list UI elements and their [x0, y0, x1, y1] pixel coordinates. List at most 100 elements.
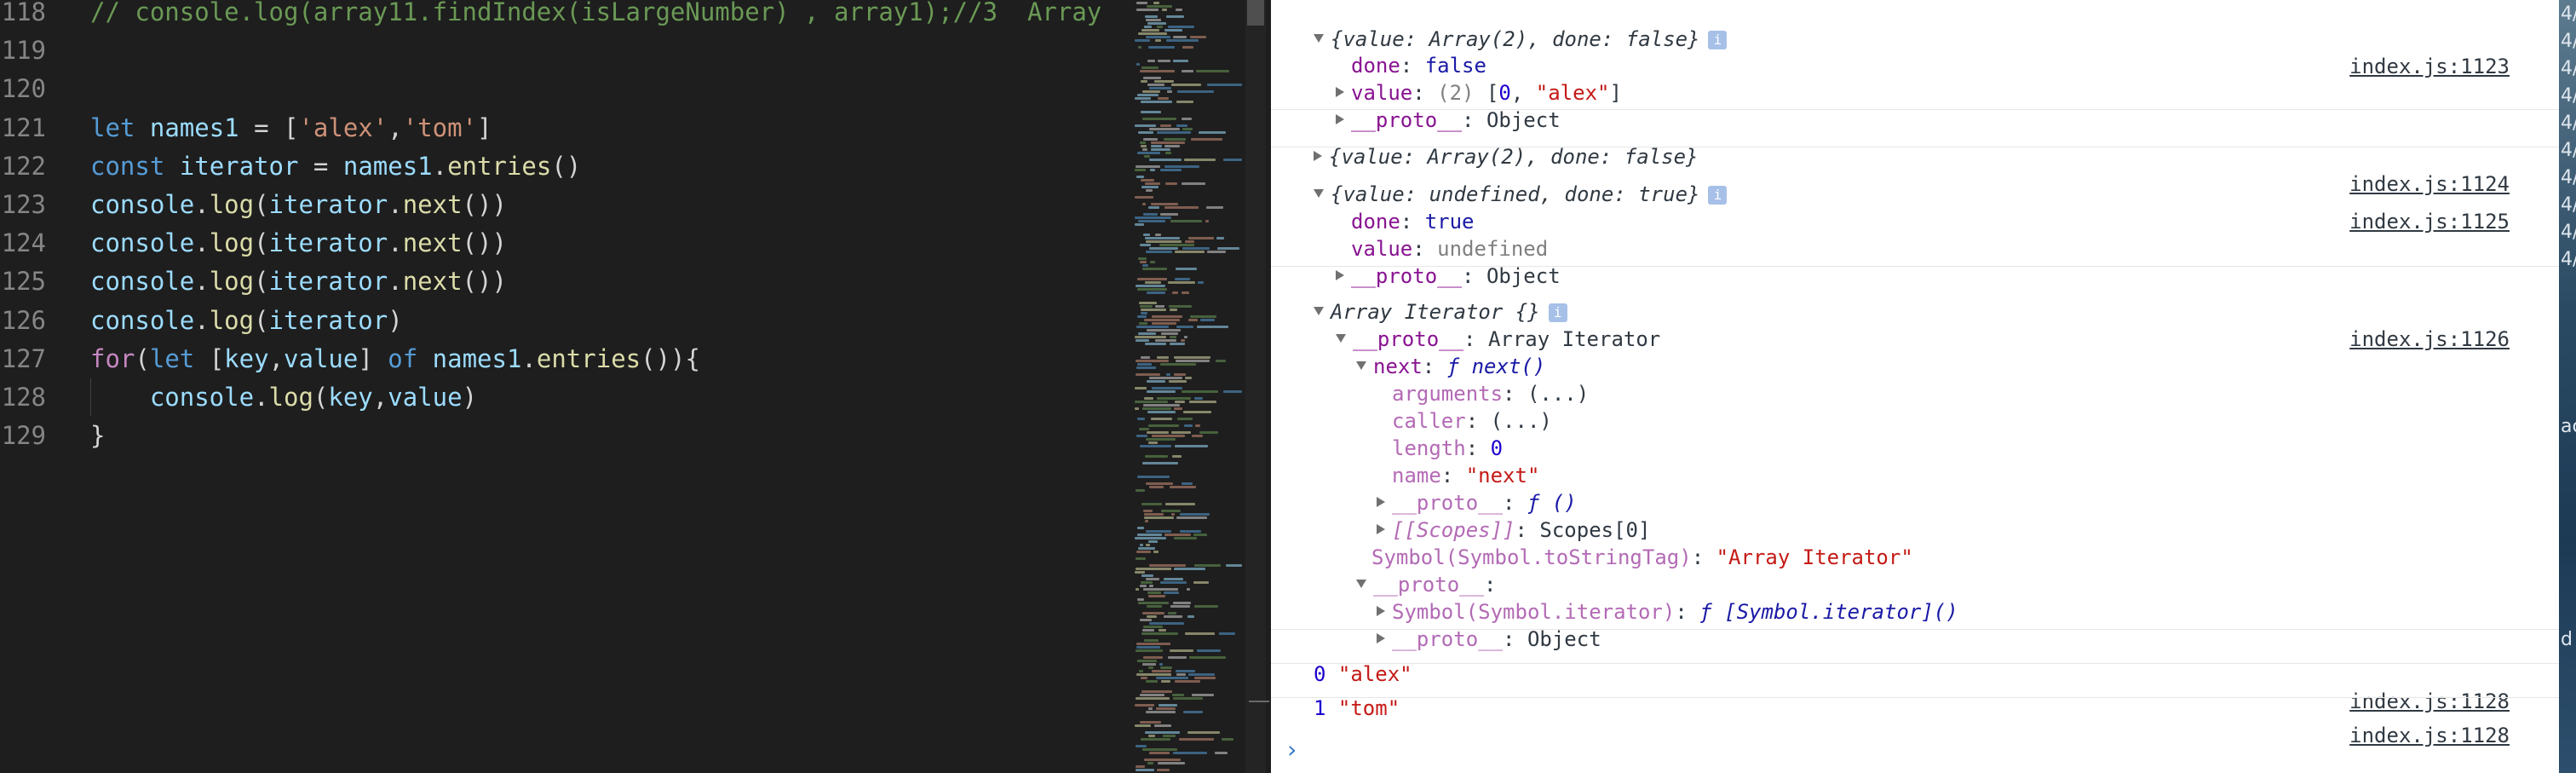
- minimap-line: [1168, 281, 1195, 284]
- minimap-line: [1158, 762, 1185, 764]
- code-token: .: [254, 383, 269, 412]
- minimap-line: [1149, 159, 1182, 161]
- scrollbar-slider[interactable]: [1247, 0, 1264, 26]
- property-row[interactable]: __proto__: Object: [1271, 235, 2559, 288]
- property-row[interactable]: Symbol(Symbol.iterator): ƒ [Symbol.itera…: [1271, 571, 2559, 624]
- code-token: console: [90, 228, 195, 258]
- minimap-line: [1190, 315, 1216, 318]
- minimap-line: [1147, 380, 1165, 383]
- code-line[interactable]: 119: [0, 32, 1133, 70]
- minimap-line: [1160, 363, 1196, 366]
- minimap-line: [1146, 240, 1182, 243]
- property-row[interactable]: __proto__: Array Iterator: [1271, 298, 2559, 351]
- minimap-line: [1138, 220, 1165, 222]
- console-entry-summary[interactable]: {value: undefined, done: true} i index.js…: [1271, 153, 2559, 234]
- desktop-glyph: 4/: [2561, 140, 2576, 161]
- minimap-line: [1135, 124, 1156, 127]
- minimap-line: [1184, 424, 1193, 427]
- minimap-line: [1146, 680, 1158, 683]
- code-token: let: [90, 112, 135, 142]
- code-token: value: [388, 383, 463, 412]
- property-row[interactable]: __proto__: ƒ (): [1271, 462, 2559, 515]
- code-token: (: [135, 343, 150, 373]
- code-line[interactable]: 125 console.log(iterator.next()): [0, 262, 1133, 301]
- minimap-line: [1171, 431, 1191, 434]
- minimap-line: [1192, 435, 1203, 437]
- property-row[interactable]: __proto__: Object: [1271, 598, 2559, 651]
- desktop-glyph: 4/: [2561, 112, 2576, 134]
- minimap-line: [1137, 418, 1145, 420]
- scrollbar-marker: [1249, 701, 1269, 702]
- minimap-line: [1137, 315, 1147, 318]
- minimap-line: [1170, 220, 1202, 222]
- minimap-line: [1149, 486, 1164, 488]
- minimap-line: [1147, 591, 1161, 594]
- minimap-line: [1177, 90, 1214, 93]
- code-line[interactable]: 122 const iterator = names1.entries(): [0, 147, 1133, 186]
- editor-scrollbar[interactable]: [1245, 0, 1266, 773]
- minimap-line: [1172, 291, 1178, 294]
- minimap-line: [1141, 66, 1159, 69]
- code-line[interactable]: 121 let names1 = ['alex','tom']: [0, 109, 1133, 147]
- minimap-line: [1146, 711, 1176, 713]
- minimap-line: [1182, 128, 1193, 130]
- console-prompt[interactable]: ›: [1271, 699, 2559, 764]
- line-source: console.log(iterator.next()): [90, 186, 507, 224]
- minimap-line: [1215, 752, 1228, 754]
- code-token: ,: [268, 343, 285, 373]
- minimap-line: [1144, 759, 1181, 761]
- minimap-line: [1189, 401, 1216, 403]
- minimap-line: [1200, 319, 1215, 321]
- code-line[interactable]: 124 console.log(iterator.next()): [0, 224, 1133, 262]
- minimap-line: [1175, 401, 1185, 403]
- code-line[interactable]: 127 for(let [key,value] of names1.entries…: [0, 340, 1133, 378]
- code-line[interactable]: 129}: [0, 417, 1133, 455]
- code-line[interactable]: 126 console.log(iterator): [0, 302, 1133, 340]
- line-number: 128: [1, 383, 46, 412]
- code-line[interactable]: 128 console.log(key,value): [0, 378, 1133, 417]
- minimap-line: [1158, 60, 1170, 62]
- property-row[interactable]: [[Scopes]]: Scopes[0]: [1271, 489, 2559, 542]
- minimap-line: [1164, 29, 1182, 32]
- property-row[interactable]: next: ƒ next(): [1271, 326, 2559, 378]
- minimap-line: [1145, 182, 1160, 185]
- minimap-line: [1193, 534, 1207, 536]
- code-line[interactable]: 118 // console.log(array11.findIndex(isLa…: [0, 0, 1133, 32]
- code-token: .: [521, 343, 537, 373]
- property-row[interactable]: __proto__:: [1271, 544, 2559, 597]
- minimap-line: [1144, 319, 1180, 321]
- property-row[interactable]: __proto__: Object: [1271, 79, 2559, 132]
- console-entry-summary[interactable]: {value: Array(2), done: false} i index.js…: [1271, 0, 2559, 78]
- minimap-line: [1148, 206, 1159, 209]
- code-token: log: [209, 305, 255, 335]
- code-token: 'tom': [402, 112, 478, 142]
- minimap-line: [1135, 223, 1144, 226]
- minimap-line: [1143, 213, 1158, 216]
- minimap-line: [1174, 407, 1182, 410]
- minimap-line: [1164, 206, 1199, 209]
- minimap-line: [1159, 629, 1166, 632]
- minimap-line: [1174, 537, 1197, 539]
- minimap-line: [1164, 578, 1183, 580]
- minimap-line: [1199, 131, 1226, 134]
- code-line[interactable]: 123 console.log(iterator.next()): [0, 186, 1133, 224]
- minimap-line: [1139, 670, 1143, 672]
- minimap-line: [1144, 516, 1174, 519]
- console-entry-summary[interactable]: Array Iterator {} i index.js:1126: [1271, 271, 2559, 351]
- code-line[interactable]: 120: [0, 70, 1133, 108]
- minimap-line: [1141, 29, 1159, 32]
- desktop-glyph: 4/: [2561, 249, 2576, 270]
- minimap-line: [1137, 278, 1167, 280]
- minimap-line: [1156, 677, 1188, 679]
- minimap-line: [1165, 152, 1171, 154]
- line-source: // console.log(array11.findIndex(isLarge…: [90, 0, 1101, 32]
- minimap-line: [1140, 619, 1152, 621]
- minimap-line: [1188, 319, 1198, 321]
- minimap-line: [1176, 268, 1197, 270]
- code-editor[interactable]: 118 // console.log(array11.findIndex(isLa…: [0, 0, 1133, 773]
- property-row[interactable]: value: (2) [0, "alex"]: [1271, 52, 2559, 105]
- minimap-line: [1175, 680, 1200, 683]
- console-entry-summary[interactable]: {value: Array(2), done: false} index.js:…: [1271, 116, 2559, 196]
- minimap-line: [1184, 336, 1187, 338]
- code-token: .: [194, 228, 210, 258]
